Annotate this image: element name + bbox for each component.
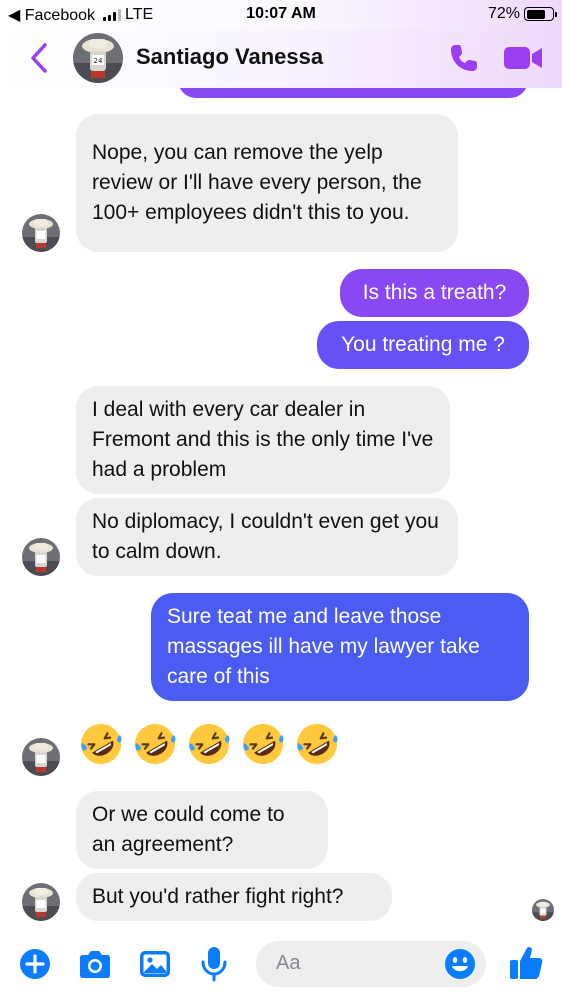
- sender-avatar[interactable]: [22, 538, 60, 576]
- like-button[interactable]: [508, 944, 544, 982]
- message-text: No diplomacy, I couldn't even get you to…: [92, 510, 439, 563]
- message-text: Or we could come to an agreement?: [92, 803, 285, 856]
- svg-text:24: 24: [94, 57, 103, 65]
- message-text: Sure teat me and leave those massages il…: [167, 605, 480, 688]
- rofl-emoji-icon: [294, 721, 340, 767]
- composer-bar: Aa: [0, 934, 562, 1000]
- sender-avatar[interactable]: [22, 738, 60, 776]
- status-time: 10:07 AM: [246, 5, 316, 22]
- chevron-left-icon: [31, 43, 47, 73]
- contact-name[interactable]: Santiago Vanessa: [136, 44, 323, 70]
- message-list[interactable]: Nope, you can remove the yelp review or …: [0, 88, 562, 934]
- call-button[interactable]: [447, 41, 481, 75]
- message-bubble-outgoing[interactable]: Sure teat me and leave those massages il…: [151, 593, 529, 701]
- battery-percent: 72%: [487, 5, 520, 22]
- battery-icon: [524, 7, 557, 21]
- camera-button[interactable]: [76, 947, 114, 981]
- message-text: I deal with every car dealer in Fremont …: [92, 398, 434, 481]
- microphone-icon: [201, 947, 227, 982]
- read-receipt-avatar: [532, 899, 554, 921]
- rofl-emoji-icon: [186, 721, 232, 767]
- message-bubble-outgoing[interactable]: You treating me ?: [317, 321, 529, 369]
- message-bubble-incoming[interactable]: Nope, you can remove the yelp review or …: [76, 114, 458, 252]
- message-input-placeholder: Aa: [276, 952, 301, 974]
- chat-header: 24 Santiago Vanessa: [0, 30, 562, 88]
- gallery-button[interactable]: [137, 947, 173, 981]
- battery-level: [526, 9, 545, 19]
- sender-avatar[interactable]: [22, 883, 60, 921]
- plus-icon: [20, 949, 50, 979]
- camera-icon: [80, 951, 110, 978]
- message-bubble-incoming[interactable]: I deal with every car dealer in Fremont …: [76, 386, 450, 494]
- message-bubble-incoming[interactable]: Or we could come to an agreement?: [76, 791, 328, 869]
- emoji-icon[interactable]: [444, 948, 476, 980]
- message-bubble-incoming[interactable]: But you'd rather fight right?: [76, 873, 392, 921]
- emoji-message[interactable]: 🤣🤣🤣🤣🤣: [78, 721, 348, 771]
- rofl-emoji-icon: [132, 721, 178, 767]
- rofl-emoji-icon: [78, 721, 124, 767]
- message-text: You treating me ?: [341, 333, 505, 356]
- voice-message-button[interactable]: [198, 945, 230, 983]
- phone-icon: [451, 45, 477, 71]
- rofl-emoji-icon: [240, 721, 286, 767]
- thumbs-up-icon: [510, 946, 543, 979]
- message-bubble-outgoing[interactable]: Is this a treath?: [340, 269, 529, 317]
- more-actions-button[interactable]: [18, 947, 52, 981]
- message-text: Nope, you can remove the yelp review or …: [92, 141, 422, 224]
- message-bubble-outgoing: [178, 88, 528, 98]
- video-call-button[interactable]: [502, 42, 544, 74]
- back-button[interactable]: [22, 40, 56, 76]
- image-icon: [140, 951, 170, 977]
- message-text: But you'd rather fight right?: [92, 885, 344, 908]
- status-right: 72%: [487, 5, 557, 23]
- sender-avatar[interactable]: [22, 214, 60, 252]
- message-text: Is this a treath?: [362, 281, 507, 304]
- contact-avatar[interactable]: 24: [73, 33, 123, 83]
- message-input[interactable]: Aa: [256, 941, 486, 987]
- message-bubble-incoming[interactable]: No diplomacy, I couldn't even get you to…: [76, 498, 458, 576]
- video-camera-icon: [504, 47, 542, 69]
- status-bar: ◀ Facebook LTE 10:07 AM 72%: [0, 0, 562, 30]
